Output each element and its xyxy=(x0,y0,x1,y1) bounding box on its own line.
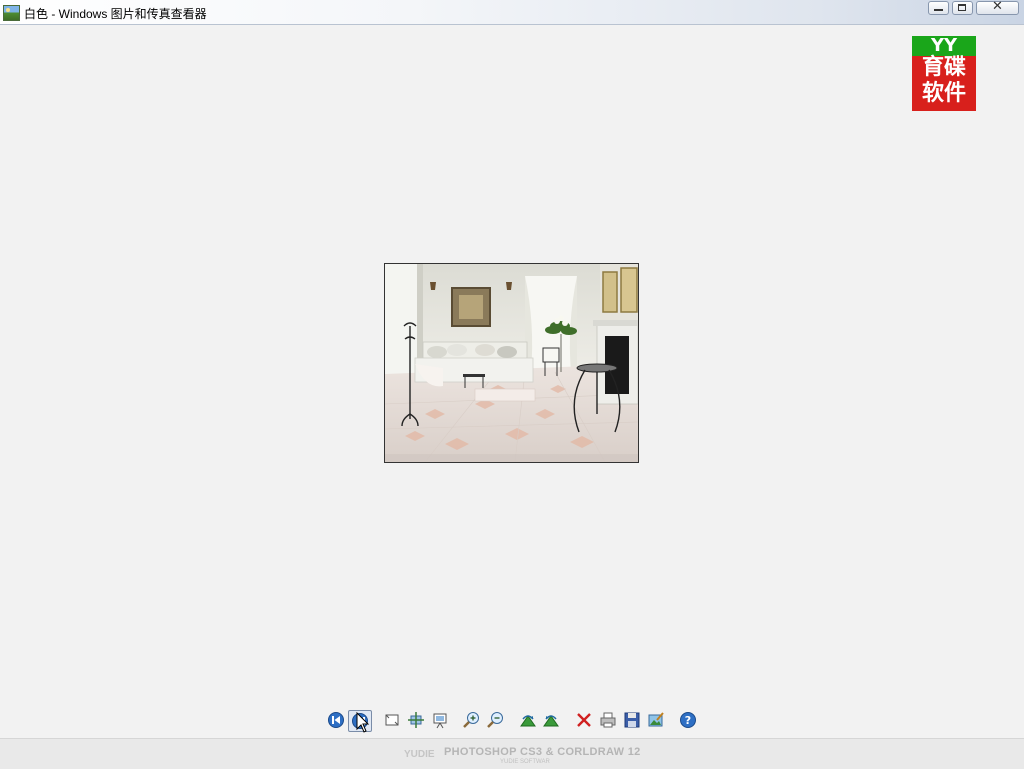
mouse-cursor-icon xyxy=(356,711,370,738)
watermark-text: PHOTOSHOP CS3 & CORLDRAW 12 xyxy=(444,746,641,758)
zoom-out-icon xyxy=(487,712,503,728)
previous-icon xyxy=(328,712,344,728)
help-button[interactable]: ? xyxy=(679,711,697,729)
restore-button[interactable] xyxy=(952,1,973,15)
actual-size-icon xyxy=(408,712,424,728)
best-fit-icon xyxy=(385,714,399,726)
actual-size-button[interactable] xyxy=(407,711,425,729)
zoom-out-button[interactable] xyxy=(487,711,505,729)
help-icon: ? xyxy=(680,712,696,728)
print-button[interactable] xyxy=(599,711,617,729)
logo-line-1: 育碟 xyxy=(921,55,966,80)
logo-yy-text: YY xyxy=(930,36,958,56)
rotate-clockwise-icon xyxy=(520,715,536,727)
best-fit-button[interactable] xyxy=(383,711,401,729)
rotate-clockwise-button[interactable] xyxy=(519,711,537,729)
previous-image-button[interactable] xyxy=(327,711,345,729)
save-button[interactable] xyxy=(623,711,641,729)
delete-icon xyxy=(577,713,591,727)
delete-button[interactable] xyxy=(575,711,593,729)
zoom-in-button[interactable] xyxy=(463,711,481,729)
edit-icon xyxy=(648,712,664,727)
svg-text:?: ? xyxy=(685,714,691,727)
watermark-mark: YUDIE xyxy=(404,749,435,760)
viewer-toolbar: ? xyxy=(0,707,1024,735)
displayed-image xyxy=(384,263,639,463)
logo-top-band: YY xyxy=(912,36,976,56)
rotate-counterclockwise-icon xyxy=(543,715,559,727)
minimize-button[interactable] xyxy=(928,1,949,15)
zoom-in-icon xyxy=(463,712,479,728)
title-bar[interactable]: 白色 - Windows 图片和传真查看器 ✕ xyxy=(0,0,1024,25)
image-viewer-app-icon[interactable] xyxy=(3,5,20,21)
watermark-subtext: YUDIE SOFTWAR xyxy=(500,759,550,765)
photo-living-room xyxy=(385,264,638,462)
rotate-counterclockwise-button[interactable] xyxy=(542,711,560,729)
print-icon xyxy=(600,712,616,728)
bottom-watermark-bar: YUDIE PHOTOSHOP CS3 & CORLDRAW 12 YUDIE … xyxy=(0,738,1024,769)
slideshow-icon xyxy=(433,713,447,729)
save-icon xyxy=(624,712,640,728)
restore-icon xyxy=(958,4,966,11)
open-for-editing-button[interactable] xyxy=(647,711,665,729)
minimize-icon xyxy=(934,9,943,11)
logo-line-2: 软件 xyxy=(921,81,966,106)
slideshow-button[interactable] xyxy=(431,711,449,729)
close-button[interactable]: ✕ xyxy=(976,0,1019,15)
window-title: 白色 - Windows 图片和传真查看器 xyxy=(24,7,207,21)
brand-logo: YY 育碟 软件 xyxy=(912,36,976,111)
close-icon: ✕ xyxy=(992,0,1003,14)
